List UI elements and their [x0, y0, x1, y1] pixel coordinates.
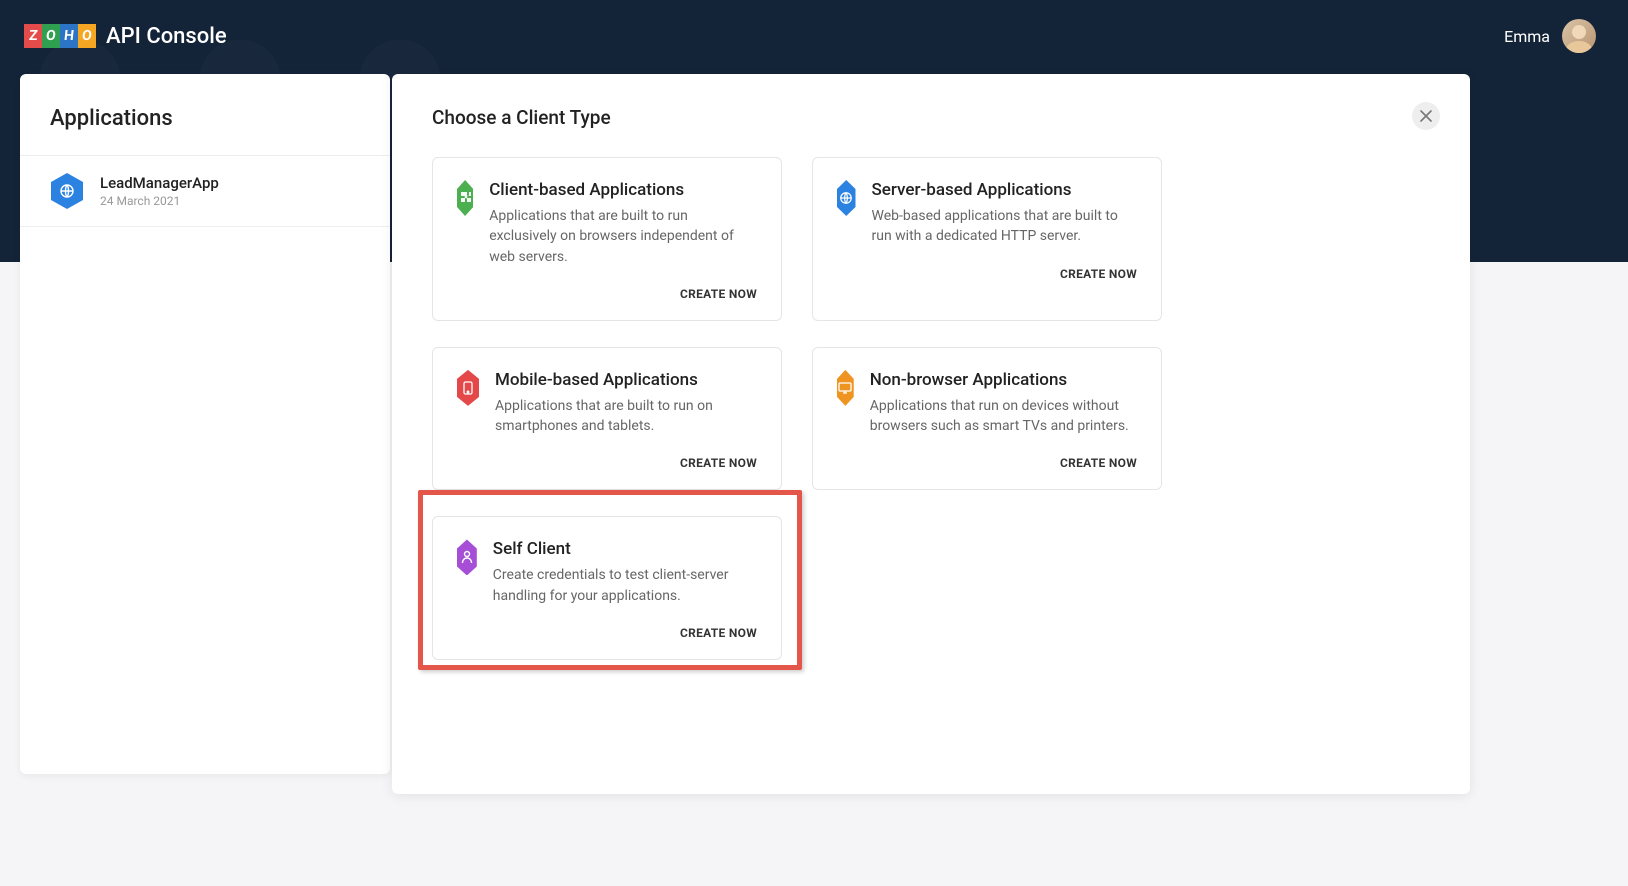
mobile-icon	[457, 370, 479, 406]
card-title: Client-based Applications	[489, 180, 757, 200]
globe-icon	[837, 180, 856, 216]
modal-title: Choose a Client Type	[432, 106, 1430, 129]
user-name: Emma	[1504, 27, 1550, 46]
person-icon	[457, 539, 477, 575]
client-type-card-mobile-based[interactable]: Mobile-based Applications Applications t…	[432, 347, 782, 491]
logo-letter: H	[63, 28, 75, 44]
puzzle-icon	[457, 180, 473, 216]
applications-panel: Applications LeadManagerApp 24 March 202…	[20, 74, 390, 774]
create-now-link[interactable]: CREATE NOW	[680, 456, 757, 470]
card-desc: Applications that are built to run exclu…	[489, 206, 757, 267]
create-now-link[interactable]: CREATE NOW	[680, 287, 757, 301]
card-desc: Create credentials to test client-server…	[493, 565, 757, 606]
card-desc: Applications that are built to run on sm…	[495, 396, 757, 437]
app-date: 24 March 2021	[100, 194, 219, 208]
logo-area: Z O H O API Console	[24, 24, 227, 49]
card-title: Non-browser Applications	[870, 370, 1137, 390]
applications-title: Applications	[20, 106, 390, 155]
create-now-link[interactable]: CREATE NOW	[1060, 456, 1137, 470]
zoho-logo-icon: Z O H O	[24, 24, 96, 48]
app-name: LeadManagerApp	[100, 174, 219, 192]
user-menu[interactable]: Emma	[1504, 19, 1596, 53]
logo-letter: O	[45, 28, 56, 44]
app-globe-icon	[50, 174, 84, 208]
card-desc: Applications that run on devices without…	[870, 396, 1137, 437]
close-button[interactable]	[1412, 102, 1440, 130]
console-title: API Console	[106, 24, 227, 49]
card-title: Mobile-based Applications	[495, 370, 757, 390]
client-type-card-client-based[interactable]: Client-based Applications Applications t…	[432, 157, 782, 321]
application-row[interactable]: LeadManagerApp 24 March 2021	[20, 155, 390, 227]
client-type-modal: Choose a Client Type Client-based Applic…	[392, 74, 1470, 794]
card-desc: Web-based applications that are built to…	[872, 206, 1138, 247]
card-title: Self Client	[493, 539, 757, 559]
create-now-link[interactable]: CREATE NOW	[680, 626, 757, 640]
client-type-card-server-based[interactable]: Server-based Applications Web-based appl…	[812, 157, 1162, 321]
card-title: Server-based Applications	[872, 180, 1138, 200]
monitor-icon	[837, 370, 854, 406]
logo-letter: O	[81, 28, 92, 44]
create-now-link[interactable]: CREATE NOW	[1060, 267, 1137, 281]
close-icon	[1420, 110, 1432, 122]
logo-letter: Z	[28, 28, 38, 44]
avatar[interactable]	[1562, 19, 1596, 53]
client-type-card-non-browser[interactable]: Non-browser Applications Applications th…	[812, 347, 1162, 491]
client-type-card-self-client[interactable]: Self Client Create credentials to test c…	[432, 516, 782, 660]
